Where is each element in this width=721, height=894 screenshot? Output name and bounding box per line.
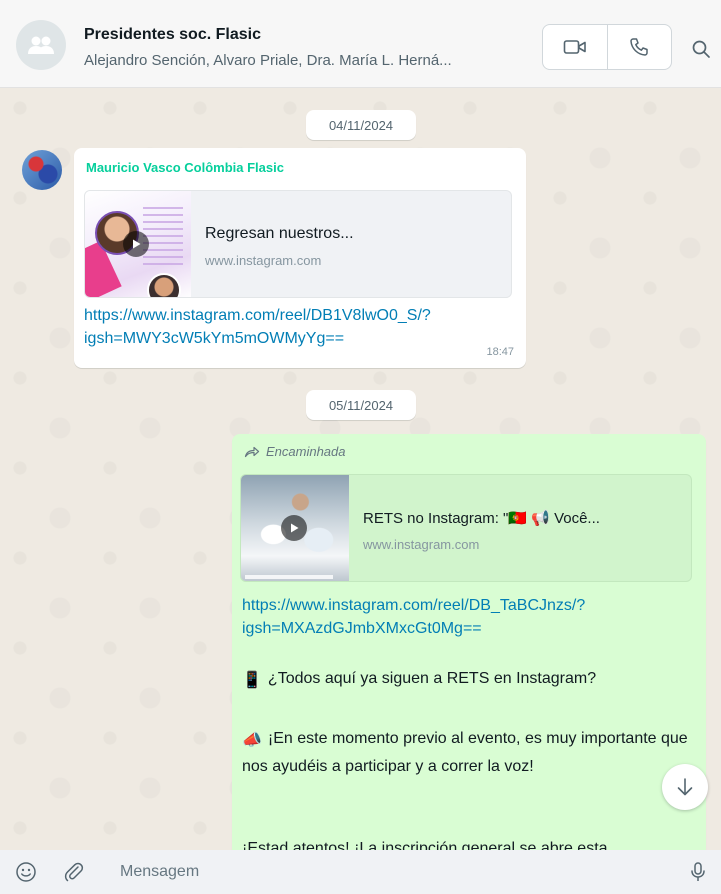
- message-time: 18:47: [486, 346, 514, 358]
- message-input[interactable]: [110, 854, 670, 890]
- chat-header: Presidentes soc. Flasic Alejandro Senció…: [0, 0, 721, 88]
- preview-thumbnail: [85, 191, 191, 297]
- message-paragraph: 📣 ¡En este momento previo al evento, es m…: [242, 730, 688, 775]
- megaphone-emoji: 📣: [242, 732, 262, 749]
- microphone-icon: [691, 862, 705, 881]
- play-icon: [281, 515, 307, 541]
- preview-domain: www.instagram.com: [205, 253, 322, 268]
- group-avatar[interactable]: [16, 20, 66, 70]
- smiley-icon: [16, 862, 36, 882]
- emoji-button[interactable]: [14, 860, 38, 884]
- message-link[interactable]: https://www.instagram.com/reel/DB1V8lwO0…: [84, 304, 431, 327]
- video-call-button[interactable]: [543, 25, 607, 69]
- mobile-phone-emoji: 📱: [242, 672, 262, 689]
- video-camera-icon: [563, 40, 586, 54]
- scroll-to-bottom-button[interactable]: [662, 764, 708, 810]
- attach-button[interactable]: [62, 860, 86, 884]
- forwarded-label: Encaminhada: [244, 444, 346, 459]
- paperclip-icon: [64, 862, 84, 882]
- play-icon: [123, 231, 149, 257]
- preview-title: Regresan nuestros...: [205, 225, 354, 242]
- date-separator: 04/11/2024: [306, 110, 416, 140]
- chat-members[interactable]: Alejandro Sención, Alvaro Priale, Dra. M…: [84, 52, 529, 69]
- forward-arrow-icon: [244, 446, 260, 457]
- message-link-continued[interactable]: igsh=MWY3cW5kYm5mOWMyYg==: [84, 327, 344, 350]
- voice-call-button[interactable]: [606, 25, 672, 69]
- message-link-continued[interactable]: igsh=MXAzdGJmbXMxcGt0Mg==: [242, 617, 482, 640]
- phone-icon: [630, 38, 648, 56]
- preview-domain: www.instagram.com: [363, 537, 480, 552]
- link-preview[interactable]: RETS no Instagram: "🇵🇹 📢 Você... www.ins…: [240, 474, 692, 582]
- group-icon: [28, 36, 54, 54]
- message-list[interactable]: 04/11/2024 Mauricio Vasco Colômbia Flasi…: [0, 88, 721, 850]
- message-link[interactable]: https://www.instagram.com/reel/DB_TaBCJn…: [242, 594, 585, 617]
- preview-thumbnail: [241, 475, 349, 581]
- search-button[interactable]: [686, 34, 716, 64]
- chat-title[interactable]: Presidentes soc. Flasic: [84, 26, 261, 44]
- arrow-down-icon: [677, 778, 693, 796]
- search-icon: [692, 40, 710, 58]
- sender-avatar[interactable]: [22, 150, 62, 190]
- preview-title: RETS no Instagram: "🇵🇹 📢 Você...: [363, 510, 600, 527]
- incoming-message[interactable]: Mauricio Vasco Colômbia Flasic Regresan …: [74, 148, 526, 368]
- outgoing-message[interactable]: Encaminhada RETS no Instagram: "🇵🇹 📢 Voc…: [232, 434, 706, 850]
- message-paragraph: 📱 ¿Todos aquí ya siguen a RETS en Instagr…: [242, 666, 694, 694]
- call-buttons: [542, 24, 672, 70]
- voice-message-button[interactable]: [686, 860, 710, 884]
- link-preview[interactable]: Regresan nuestros... www.instagram.com: [84, 190, 512, 298]
- date-separator: 05/11/2024: [306, 390, 416, 420]
- sender-name[interactable]: Mauricio Vasco Colômbia Flasic: [86, 160, 284, 175]
- message-paragraph: ¡Estad atentos! ¡La inscripción general …: [242, 840, 608, 850]
- forwarded-text: Encaminhada: [266, 444, 346, 459]
- message-composer: [0, 850, 721, 894]
